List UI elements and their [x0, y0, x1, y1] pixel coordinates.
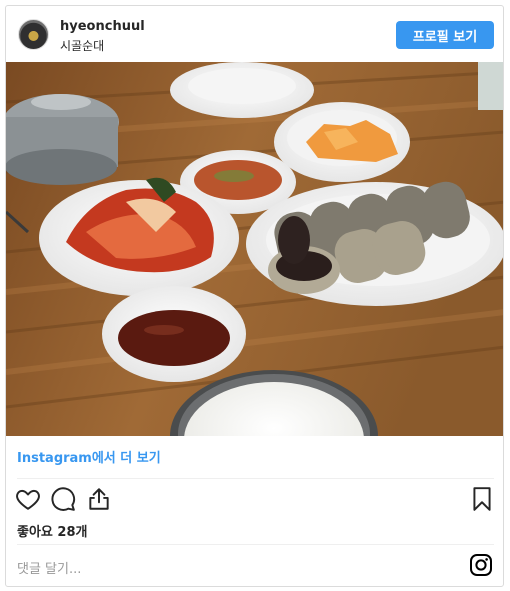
post-header: hyeonchuul 시골순대 프로필 보기 — [6, 6, 503, 62]
post-photo[interactable] — [6, 62, 504, 436]
username[interactable]: hyeonchuul — [60, 19, 145, 34]
divider — [17, 478, 494, 479]
instagram-logo-icon[interactable] — [469, 553, 493, 577]
heart-icon[interactable] — [15, 486, 41, 512]
view-profile-button[interactable]: 프로필 보기 — [396, 21, 494, 49]
avatar[interactable] — [18, 19, 49, 50]
add-comment-input[interactable]: 댓글 달기... — [17, 558, 81, 577]
instagram-embed-card: hyeonchuul 시골순대 프로필 보기 Instagram에서 더 보기 … — [5, 5, 504, 587]
view-more-on-instagram-link[interactable]: Instagram에서 더 보기 — [17, 447, 161, 466]
share-icon[interactable] — [86, 486, 112, 512]
divider — [17, 544, 494, 545]
location[interactable]: 시골순대 — [60, 37, 104, 54]
likes-count[interactable]: 좋아요 28개 — [17, 521, 87, 540]
comment-bubble-icon[interactable] — [50, 486, 76, 512]
bookmark-icon[interactable] — [469, 486, 495, 512]
